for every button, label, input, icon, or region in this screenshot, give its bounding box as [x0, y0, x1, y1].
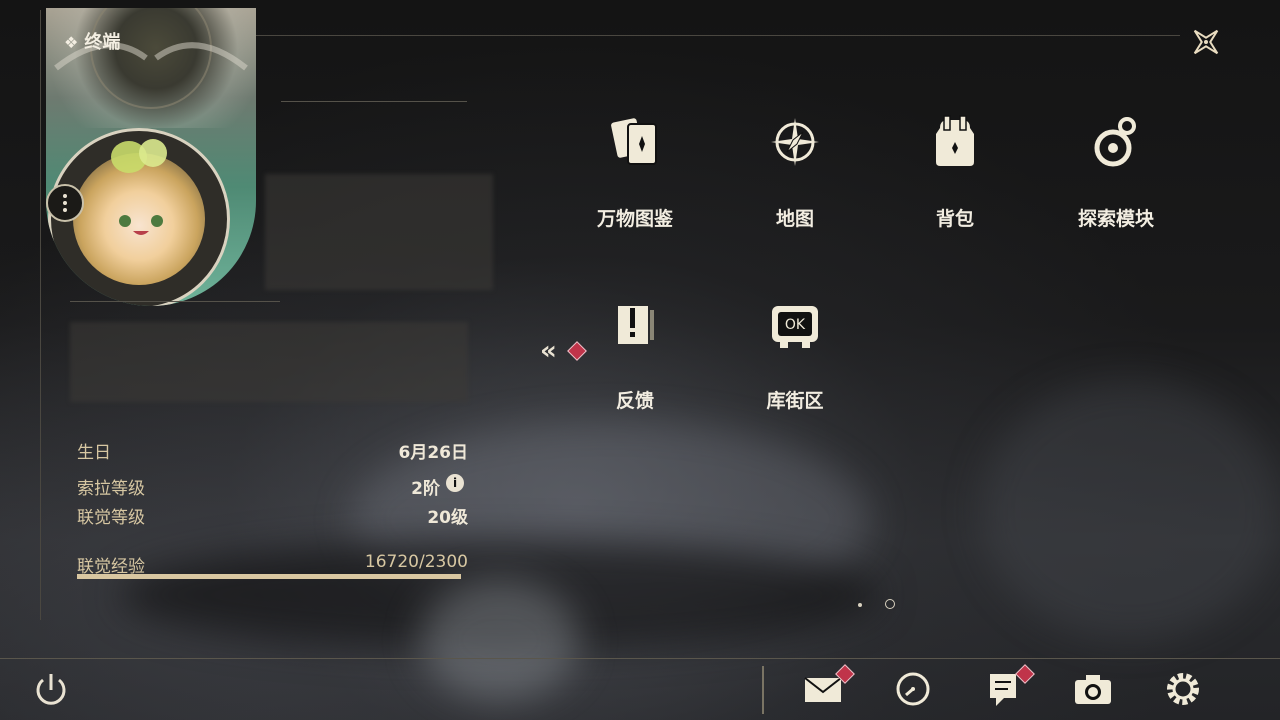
close-button[interactable] [1186, 22, 1226, 62]
menu-tile-encyclopedia[interactable]: 万物图鉴 [575, 104, 695, 244]
close-icon [1193, 29, 1219, 55]
camera-button[interactable] [1072, 668, 1114, 710]
top-frame-line [255, 35, 1125, 36]
exploration-module-icon [1094, 117, 1136, 167]
clock-button[interactable] [892, 668, 934, 710]
sora-level-label: 索拉等级 [77, 479, 145, 499]
bottom-bar-line [0, 658, 1280, 659]
power-icon [36, 674, 66, 705]
menu-tile-backpack[interactable]: 背包 [895, 104, 1015, 244]
svg-text:OK: OK [785, 317, 806, 333]
menu-tile-exploration[interactable]: 探索模块 [1056, 104, 1176, 244]
backpack-icon [936, 115, 974, 166]
collapse-left-icon[interactable]: « [540, 336, 557, 366]
kuro-community-icon: OK [772, 306, 818, 348]
settings-button[interactable] [1162, 668, 1204, 710]
terminal-title: ❖ 终端 [64, 32, 121, 53]
divider [281, 101, 467, 102]
menu-tile-feedback[interactable]: 反馈 [575, 286, 695, 426]
compass-icon [771, 118, 819, 166]
player-signature-area [70, 322, 468, 402]
more-vertical-icon [63, 194, 67, 212]
birthday-value: 6月26日 [398, 443, 469, 463]
menu-tile-label: 背包 [935, 208, 974, 230]
top-frame-corner [1120, 35, 1180, 60]
link-level-label: 联觉等级 [77, 508, 145, 528]
left-frame-line [40, 10, 41, 620]
more-options-button[interactable] [46, 184, 84, 222]
page-dot[interactable] [858, 603, 862, 607]
link-exp-value: 16720/2300 [364, 552, 468, 572]
camera-icon [1075, 675, 1111, 704]
menu-tile-map[interactable]: 地图 [735, 104, 855, 244]
birthday-label: 生日 [77, 443, 111, 463]
power-button[interactable] [30, 668, 72, 710]
card-collection-icon [611, 118, 657, 165]
bottom-bar-separator [762, 666, 764, 714]
feedback-icon [618, 306, 654, 344]
menu-tile-label: 万物图鉴 [596, 208, 673, 230]
link-exp-bar-fill [77, 574, 461, 579]
link-exp-bar [77, 574, 461, 579]
info-icon[interactable]: i [446, 474, 464, 492]
player-name-area [265, 174, 493, 290]
divider [70, 301, 280, 302]
settings-icon [1167, 673, 1199, 705]
menu-tile-kuro-community[interactable]: OK 库街区 [735, 286, 855, 426]
page-dot-active[interactable] [885, 599, 895, 609]
menu-tile-label: 探索模块 [1077, 208, 1154, 230]
clock-icon [896, 672, 930, 706]
menu-tile-label: 地图 [775, 208, 814, 230]
sora-level-value: 2阶 [411, 479, 440, 499]
menu-tile-label: 库街区 [766, 390, 824, 412]
link-level-value: 20级 [427, 508, 468, 528]
menu-tile-label: 反馈 [615, 390, 654, 412]
diamond-cluster-icon: ❖ [64, 33, 79, 52]
